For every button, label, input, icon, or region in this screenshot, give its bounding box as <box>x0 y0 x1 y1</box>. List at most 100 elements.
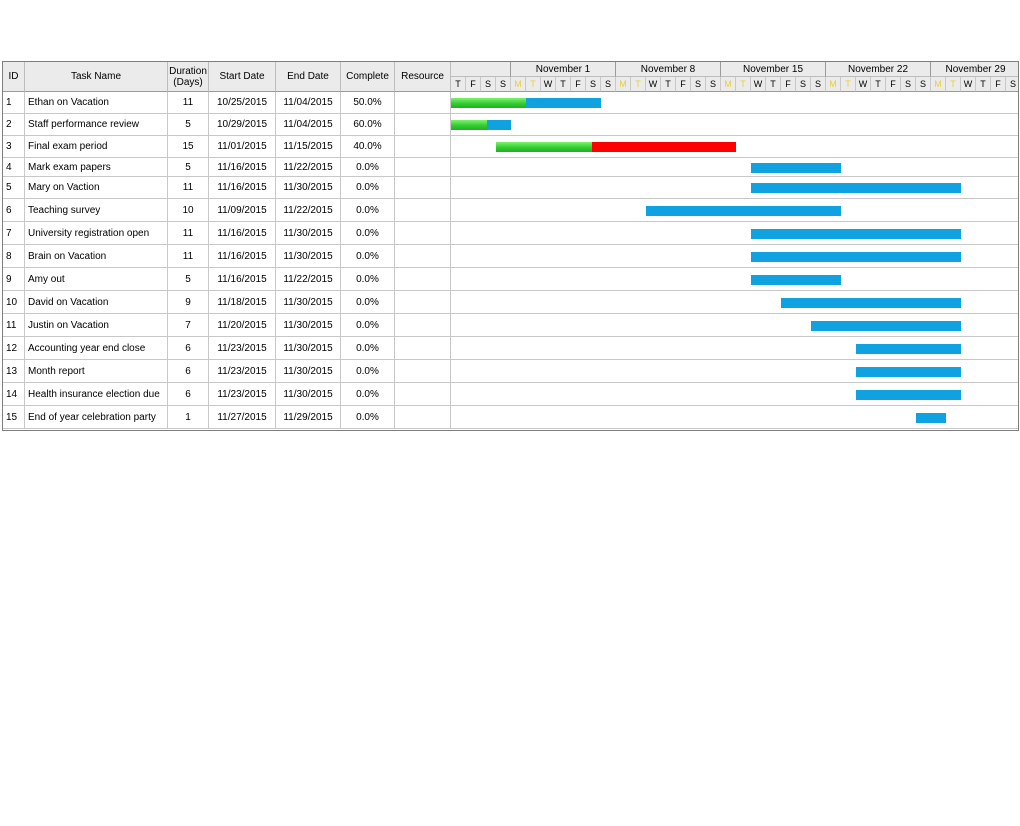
task-start-cell: 10/25/2015 <box>209 92 276 114</box>
task-duration-cell: 11 <box>168 245 209 268</box>
task-start-cell: 11/23/2015 <box>209 383 276 406</box>
task-bar[interactable] <box>751 163 841 173</box>
task-end-cell: 11/15/2015 <box>276 136 341 158</box>
col-header-id[interactable]: ID <box>3 62 25 92</box>
task-bar[interactable] <box>751 275 841 285</box>
task-end-cell: 11/30/2015 <box>276 314 341 337</box>
day-header: S <box>796 77 811 92</box>
task-id-cell: 4 <box>3 158 25 177</box>
day-header: W <box>751 77 766 92</box>
task-name-cell: Accounting year end close <box>25 337 168 360</box>
col-header-complete[interactable]: Complete <box>341 62 395 92</box>
task-resource-cell <box>395 136 451 158</box>
task-start-cell: 11/16/2015 <box>209 222 276 245</box>
day-header: W <box>646 77 661 92</box>
day-header: T <box>736 77 751 92</box>
col-header-task-name[interactable]: Task Name <box>25 62 168 92</box>
col-header-start-date[interactable]: Start Date <box>209 62 276 92</box>
day-header: T <box>631 77 646 92</box>
day-header: S <box>691 77 706 92</box>
col-header-resource[interactable]: Resource <box>395 62 451 92</box>
task-name-cell: Final exam period <box>25 136 168 158</box>
day-header: M <box>721 77 736 92</box>
col-header-end-date[interactable]: End Date <box>276 62 341 92</box>
task-end-cell: 11/04/2015 <box>276 92 341 114</box>
task-resource-cell <box>395 383 451 406</box>
task-id-cell: 14 <box>3 383 25 406</box>
task-bar[interactable] <box>751 183 961 193</box>
task-duration-cell: 5 <box>168 268 209 291</box>
col-header-duration[interactable]: Duration (Days) <box>168 62 209 92</box>
day-header: S <box>496 77 511 92</box>
task-start-cell: 11/27/2015 <box>209 406 276 429</box>
task-name-cell: Teaching survey <box>25 199 168 222</box>
day-header: F <box>886 77 901 92</box>
week-header: November 8 <box>616 62 721 77</box>
day-header: T <box>766 77 781 92</box>
task-id-cell: 10 <box>3 291 25 314</box>
task-bar[interactable] <box>751 229 961 239</box>
task-start-cell: 11/20/2015 <box>209 314 276 337</box>
day-header: S <box>601 77 616 92</box>
task-duration-cell: 11 <box>168 92 209 114</box>
day-header: S <box>1006 77 1018 92</box>
task-complete-cell: 0.0% <box>341 222 395 245</box>
task-id-cell: 15 <box>3 406 25 429</box>
task-duration-cell: 1 <box>168 406 209 429</box>
task-bar[interactable] <box>781 298 961 308</box>
day-header: M <box>826 77 841 92</box>
task-id-cell: 11 <box>3 314 25 337</box>
week-header: November 1 <box>511 62 616 77</box>
day-header: S <box>811 77 826 92</box>
task-end-cell: 11/30/2015 <box>276 177 341 199</box>
timeline-row <box>451 158 1018 177</box>
task-end-cell: 11/04/2015 <box>276 114 341 136</box>
task-resource-cell <box>395 268 451 291</box>
task-bar[interactable] <box>646 206 841 216</box>
task-complete-cell: 0.0% <box>341 268 395 291</box>
task-start-cell: 10/29/2015 <box>209 114 276 136</box>
task-start-cell: 11/09/2015 <box>209 199 276 222</box>
task-id-cell: 2 <box>3 114 25 136</box>
task-duration-cell: 6 <box>168 360 209 383</box>
task-bar[interactable] <box>856 344 961 354</box>
task-duration-cell: 5 <box>168 158 209 177</box>
task-complete-cell: 60.0% <box>341 114 395 136</box>
task-start-cell: 11/16/2015 <box>209 268 276 291</box>
task-complete-cell: 0.0% <box>341 177 395 199</box>
task-duration-cell: 11 <box>168 177 209 199</box>
task-id-cell: 13 <box>3 360 25 383</box>
task-duration-cell: 10 <box>168 199 209 222</box>
day-header: W <box>856 77 871 92</box>
task-resource-cell <box>395 199 451 222</box>
task-bar[interactable] <box>811 321 961 331</box>
day-header: W <box>961 77 976 92</box>
task-bar[interactable] <box>751 252 961 262</box>
task-start-cell: 11/23/2015 <box>209 337 276 360</box>
task-start-cell: 11/16/2015 <box>209 158 276 177</box>
task-name-cell: Amy out <box>25 268 168 291</box>
task-name-cell: Ethan on Vacation <box>25 92 168 114</box>
day-header: T <box>841 77 856 92</box>
task-end-cell: 11/30/2015 <box>276 360 341 383</box>
timeline-row <box>451 114 1018 136</box>
task-bar[interactable] <box>856 390 961 400</box>
task-end-cell: 11/30/2015 <box>276 291 341 314</box>
week-header: November 29 <box>931 62 1018 77</box>
day-header: F <box>571 77 586 92</box>
task-bar[interactable] <box>856 367 961 377</box>
task-complete-cell: 50.0% <box>341 92 395 114</box>
task-name-cell: Justin on Vacation <box>25 314 168 337</box>
day-header: F <box>991 77 1006 92</box>
task-resource-cell <box>395 291 451 314</box>
task-duration-cell: 6 <box>168 383 209 406</box>
task-resource-cell <box>395 314 451 337</box>
day-header: S <box>916 77 931 92</box>
task-name-cell: Health insurance election due <box>25 383 168 406</box>
task-end-cell: 11/22/2015 <box>276 268 341 291</box>
day-header: S <box>586 77 601 92</box>
task-end-cell: 11/30/2015 <box>276 337 341 360</box>
task-complete-cell: 0.0% <box>341 291 395 314</box>
task-bar[interactable] <box>916 413 946 423</box>
task-start-cell: 11/23/2015 <box>209 360 276 383</box>
